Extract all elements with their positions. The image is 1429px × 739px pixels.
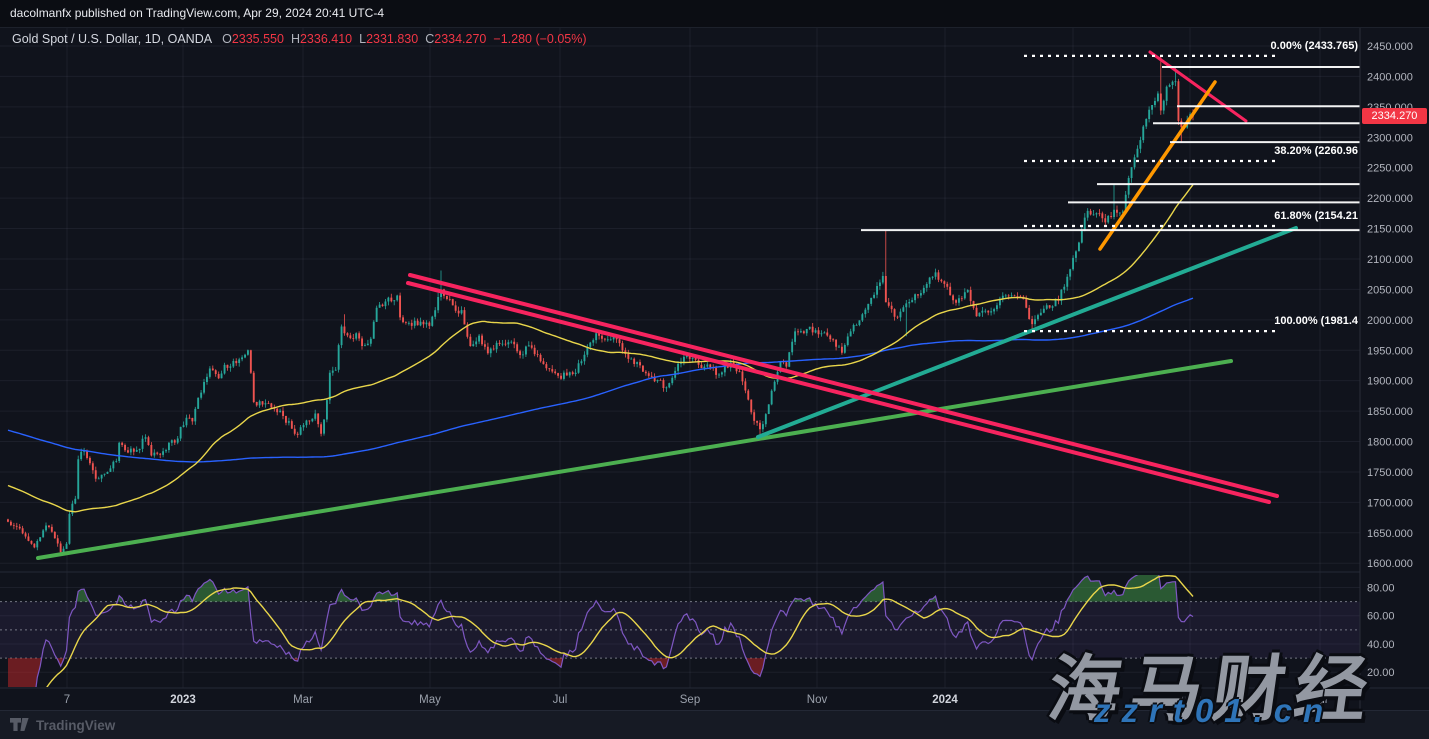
fib-label-618: 61.80% (2154.21 <box>1274 210 1358 222</box>
svg-text:2050.000: 2050.000 <box>1367 284 1413 296</box>
rsi-oversold-fill <box>8 658 1033 700</box>
svg-text:80.00: 80.00 <box>1367 583 1395 595</box>
ohlc-open: O2335.550 <box>222 32 284 46</box>
ohlc-high: H2336.410 <box>291 32 352 46</box>
svg-text:60.00: 60.00 <box>1367 611 1395 623</box>
moving-averages <box>8 185 1193 512</box>
svg-text:2100.000: 2100.000 <box>1367 254 1413 266</box>
fib-label-100: 100.00% (1981.4 <box>1274 315 1358 327</box>
svg-text:Mar: Mar <box>293 694 313 706</box>
rsi-overbought-fill <box>76 568 1177 602</box>
svg-text:1900.000: 1900.000 <box>1367 376 1413 388</box>
svg-text:2023: 2023 <box>170 694 196 706</box>
svg-text:2000.000: 2000.000 <box>1367 315 1413 327</box>
svg-text:2300.000: 2300.000 <box>1367 132 1413 144</box>
svg-text:Nov: Nov <box>807 694 828 706</box>
svg-text:7: 7 <box>64 694 70 706</box>
svg-text:2150.000: 2150.000 <box>1367 224 1413 236</box>
sma-50-line <box>8 185 1193 512</box>
trendline-green-support <box>38 361 1231 558</box>
symbol-legend: Gold Spot / U.S. Dollar, 1D, OANDA O2335.… <box>12 32 587 46</box>
candlestick-series <box>7 56 1194 555</box>
svg-text:Jul: Jul <box>553 694 568 706</box>
svg-text:1950.000: 1950.000 <box>1367 345 1413 357</box>
symbol-title: Gold Spot / U.S. Dollar, 1D, OANDA <box>12 32 212 46</box>
svg-text:2450.000: 2450.000 <box>1367 41 1413 53</box>
fib-label-0: 0.00% (2433.765) <box>1271 40 1358 52</box>
tradingview-snapshot: dacolmanfx published on TradingView.com,… <box>0 0 1429 739</box>
svg-text:1600.000: 1600.000 <box>1367 558 1413 570</box>
svg-text:1850.000: 1850.000 <box>1367 406 1413 418</box>
drawing-trendlines[interactable] <box>38 52 1296 558</box>
svg-text:2250.000: 2250.000 <box>1367 163 1413 175</box>
change-value: −1.280 (−0.05%) <box>493 32 586 46</box>
watermark-url: zzrt01.cn <box>1094 692 1334 730</box>
price-axis[interactable]: 2450.0002400.0002350.0002300.0002250.000… <box>1367 41 1413 679</box>
svg-text:1750.000: 1750.000 <box>1367 467 1413 479</box>
tradingview-logo-icon[interactable] <box>10 718 29 732</box>
svg-text:2400.000: 2400.000 <box>1367 71 1413 83</box>
channel-pink-lower <box>408 283 1269 502</box>
svg-text:1700.000: 1700.000 <box>1367 497 1413 509</box>
fib-label-382: 38.20% (2260.96 <box>1274 145 1358 157</box>
svg-text:2200.000: 2200.000 <box>1367 193 1413 205</box>
channel-pink-upper <box>410 275 1277 496</box>
published-bar: dacolmanfx published on TradingView.com,… <box>0 0 1429 28</box>
svg-text:May: May <box>419 694 441 706</box>
chart-canvas[interactable]: 2450.0002400.0002350.0002300.0002250.000… <box>0 0 1429 739</box>
svg-text:1650.000: 1650.000 <box>1367 528 1413 540</box>
published-text: dacolmanfx published on TradingView.com,… <box>10 6 384 20</box>
trendline-pink-short <box>1150 52 1246 121</box>
svg-text:2024: 2024 <box>932 694 958 706</box>
tradingview-wordmark: TradingView <box>36 718 115 733</box>
ohlc-low: L2331.830 <box>359 32 418 46</box>
ohlc-close: C2334.270 <box>425 32 486 46</box>
svg-text:Sep: Sep <box>680 694 700 706</box>
last-price-badge: 2334.270 <box>1362 108 1427 124</box>
svg-text:1800.000: 1800.000 <box>1367 437 1413 449</box>
